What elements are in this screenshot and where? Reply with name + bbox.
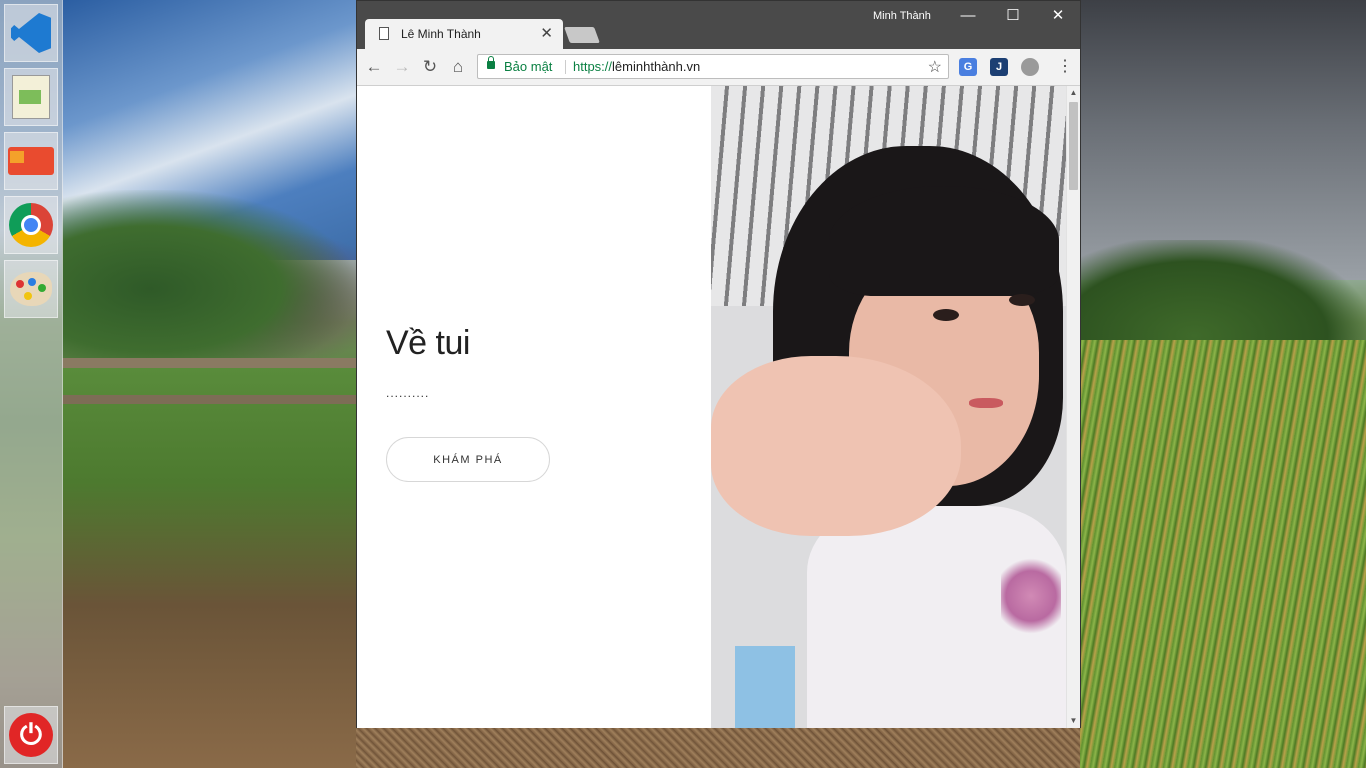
photo-lips: [969, 398, 1003, 408]
dock-item-chrome[interactable]: [4, 196, 58, 254]
scroll-up-icon[interactable]: ▲: [1067, 86, 1080, 100]
moving-truck-icon: [8, 147, 54, 175]
tab-title: Lê Minh Thành: [401, 27, 481, 41]
cloud-extension-icon[interactable]: [1021, 58, 1039, 76]
scroll-thumb[interactable]: [1069, 102, 1078, 190]
wallpaper-grass-right: [1080, 340, 1366, 768]
power-icon: ⏻: [9, 713, 53, 757]
photo-right-eye: [1009, 294, 1035, 306]
photo-bangs: [829, 186, 1059, 296]
url-host: lêminhthành.vn: [612, 59, 701, 74]
dock-item-notepad[interactable]: [4, 68, 58, 126]
close-window-button[interactable]: ✕: [1043, 7, 1073, 25]
explore-button[interactable]: KHÁM PHÁ: [386, 437, 550, 482]
photo-flower-pattern: [1001, 556, 1061, 636]
maximize-button[interactable]: ☐: [998, 7, 1028, 25]
scroll-down-icon[interactable]: ▼: [1067, 714, 1080, 728]
profile-photo: [711, 86, 1066, 728]
back-button[interactable]: ←: [363, 56, 385, 78]
google-translate-icon[interactable]: G: [959, 58, 977, 76]
forward-button[interactable]: →: [391, 56, 413, 78]
home-button[interactable]: ⌂: [447, 56, 469, 78]
wallpaper-fence-rail: [62, 358, 356, 368]
menu-icon[interactable]: ⋮: [1057, 56, 1073, 78]
url-text[interactable]: https://lêminhthành.vn: [573, 59, 700, 74]
omnibox-separator: [565, 60, 566, 74]
dock-item-paint[interactable]: [4, 260, 58, 318]
browser-tab[interactable]: Lê Minh Thành ✕: [365, 19, 563, 49]
browser-window: Lê Minh Thành ✕ Minh Thành — ☐ ✕ ← → ↻ ⌂…: [356, 0, 1081, 728]
browser-toolbar: ← → ↻ ⌂ Bảo mật https://lêminhthành.vn ☆…: [357, 49, 1080, 86]
dock-item-moving-truck[interactable]: [4, 132, 58, 190]
page-viewport: Về tui .......... KHÁM PHÁ: [357, 86, 1066, 728]
page-icon: [379, 27, 389, 40]
about-section: Về tui .......... KHÁM PHÁ: [357, 86, 711, 728]
minimize-button[interactable]: —: [953, 7, 983, 25]
wallpaper-path: [356, 727, 1080, 768]
notepad-icon: [12, 75, 50, 119]
dock-item-vscode[interactable]: [4, 4, 58, 62]
wallpaper-fence-rail-lower: [62, 395, 356, 404]
dock-item-power[interactable]: ⏻: [4, 706, 58, 764]
paint-palette-icon: [10, 272, 52, 306]
profile-name[interactable]: Minh Thành: [873, 10, 931, 22]
tab-close-icon[interactable]: ✕: [540, 24, 553, 42]
app-dock: ⏻: [0, 0, 63, 768]
reload-button[interactable]: ↻: [419, 56, 441, 78]
browser-titlebar: Lê Minh Thành ✕ Minh Thành — ☐ ✕: [357, 1, 1080, 49]
chrome-icon: [9, 203, 53, 247]
wallpaper-garden-left: [62, 360, 356, 768]
photo-left-eye: [933, 309, 959, 321]
vscode-icon: [11, 13, 51, 53]
photo-hands: [711, 356, 961, 536]
wallpaper-trees-left: [62, 190, 356, 370]
url-protocol: https://: [573, 59, 613, 74]
secure-label: Bảo mật: [504, 59, 553, 74]
page-scrollbar[interactable]: ▲ ▼: [1066, 86, 1080, 728]
wallpaper-sky-right: [1080, 0, 1366, 280]
dotted-divider: ..........: [386, 386, 430, 400]
photo-blue-bag: [735, 646, 795, 728]
lock-icon: [487, 56, 495, 69]
page-title: Về tui: [386, 324, 470, 362]
bookmark-star-icon[interactable]: ☆: [928, 57, 942, 77]
new-tab-button[interactable]: [564, 27, 600, 43]
j-extension-icon[interactable]: J: [990, 58, 1008, 76]
address-bar[interactable]: Bảo mật https://lêminhthành.vn ☆: [477, 54, 949, 79]
